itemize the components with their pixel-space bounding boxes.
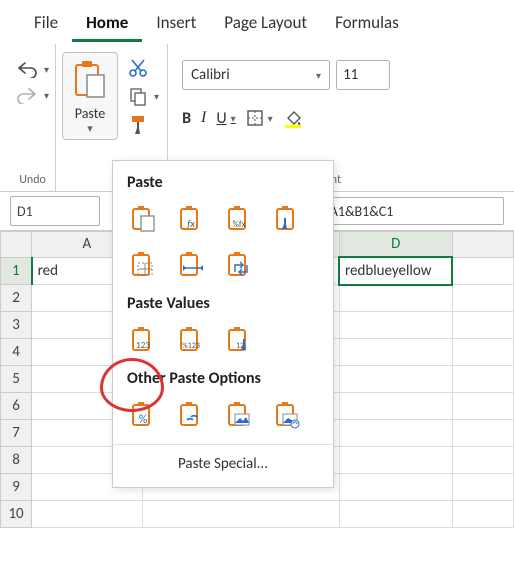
font-size-select[interactable]: 11 xyxy=(336,60,390,90)
ribbon-tabs: File Home Insert Page Layout Formulas xyxy=(0,0,514,42)
redo-button[interactable]: ▾ xyxy=(16,86,49,104)
name-box[interactable]: D1 xyxy=(10,196,100,226)
svg-text:%123: %123 xyxy=(182,341,200,351)
fill-color-button[interactable] xyxy=(283,108,303,128)
cell-a10[interactable] xyxy=(32,501,143,528)
svg-text:%: % xyxy=(139,413,148,427)
borders-button[interactable]: ▾ xyxy=(246,109,273,127)
row-header-4[interactable]: 4 xyxy=(1,339,32,366)
copy-button[interactable]: ▾ xyxy=(128,86,159,106)
paste-picture-icon[interactable] xyxy=(223,398,257,432)
paste-no-borders-icon[interactable] xyxy=(127,248,161,282)
paste-link-icon[interactable] xyxy=(175,398,209,432)
name-box-value: D1 xyxy=(17,203,33,220)
tab-formulas[interactable]: Formulas xyxy=(321,8,413,42)
row-header-6[interactable]: 6 xyxy=(1,393,32,420)
other-paste-section-title: Other Paste Options xyxy=(127,369,319,388)
cell-d2[interactable] xyxy=(339,285,452,312)
cell-d9[interactable] xyxy=(339,474,452,501)
paste-values-source-icon[interactable]: 12 xyxy=(223,323,257,357)
paste-linked-picture-icon[interactable] xyxy=(271,398,305,432)
paste-icon xyxy=(71,59,109,103)
chevron-down-icon: ▾ xyxy=(44,63,49,76)
tab-file[interactable]: File xyxy=(20,8,72,42)
paste-all-icon[interactable] xyxy=(127,202,161,236)
bold-button[interactable]: B xyxy=(182,109,191,128)
tab-page-layout[interactable]: Page Layout xyxy=(210,8,321,42)
font-name-value: Calibri xyxy=(191,66,230,84)
row-header-3[interactable]: 3 xyxy=(1,312,32,339)
group-label-undo: Undo xyxy=(19,169,46,187)
chevron-down-icon: ▾ xyxy=(44,89,49,102)
underline-label: U xyxy=(216,109,226,128)
cut-button[interactable] xyxy=(128,58,159,78)
tab-home[interactable]: Home xyxy=(72,8,142,42)
row-header-10[interactable]: 10 xyxy=(1,501,32,528)
paste-dropdown-menu: Paste fx %fx Paste Values 123 %123 12 Ot… xyxy=(112,160,334,488)
cell-d3[interactable] xyxy=(339,312,452,339)
row-header-8[interactable]: 8 xyxy=(1,447,32,474)
font-size-value: 11 xyxy=(343,66,358,84)
row-header-2[interactable]: 2 xyxy=(1,285,32,312)
paste-section-title: Paste xyxy=(127,173,319,192)
paste-formulas-icon[interactable]: fx xyxy=(175,202,209,236)
bucket-icon xyxy=(283,108,303,128)
cell-e1[interactable] xyxy=(452,257,514,285)
paste-source-formatting-icon[interactable] xyxy=(271,202,305,236)
paste-label: Paste xyxy=(75,103,105,122)
cell-d1[interactable]: redblueyellow xyxy=(339,257,452,285)
paste-button[interactable]: Paste ▾ xyxy=(62,52,118,140)
chevron-down-icon: ▾ xyxy=(87,122,93,135)
row-header-5[interactable]: 5 xyxy=(1,366,32,393)
scissors-icon xyxy=(128,58,148,78)
paste-formulas-number-icon[interactable]: %fx xyxy=(223,202,257,236)
underline-button[interactable]: U ▾ xyxy=(216,109,235,128)
format-painter-button[interactable] xyxy=(128,114,159,136)
row-header-9[interactable]: 9 xyxy=(1,474,32,501)
cell-d6[interactable] xyxy=(339,393,452,420)
cell-d4[interactable] xyxy=(339,339,452,366)
italic-button[interactable]: I xyxy=(201,109,206,127)
col-header-d[interactable]: D xyxy=(339,232,452,258)
paste-transpose-icon[interactable] xyxy=(223,248,257,282)
font-name-select[interactable]: Calibri ▾ xyxy=(182,60,330,90)
tab-insert[interactable]: Insert xyxy=(142,8,210,42)
chevron-down-icon: ▾ xyxy=(154,90,159,103)
paste-values-number-icon[interactable]: %123 xyxy=(175,323,209,357)
undo-button[interactable]: ▾ xyxy=(16,60,49,78)
formula-input[interactable]: =A1&B1&C1 xyxy=(312,197,504,225)
svg-text:fx: fx xyxy=(187,217,195,230)
svg-text:%fx: %fx xyxy=(232,219,245,230)
paste-special-menu-item[interactable]: Paste Special... xyxy=(113,444,333,481)
paste-formatting-icon[interactable]: % xyxy=(127,398,161,432)
cell-d5[interactable] xyxy=(339,366,452,393)
select-all-corner[interactable] xyxy=(1,232,32,258)
svg-text:123: 123 xyxy=(136,340,150,351)
brush-icon xyxy=(128,114,148,136)
paste-values-icon[interactable]: 123 xyxy=(127,323,161,357)
cell-d8[interactable] xyxy=(339,447,452,474)
chevron-down-icon: ▾ xyxy=(231,112,236,125)
row-header-7[interactable]: 7 xyxy=(1,420,32,447)
group-undo: ▾ ▾ Undo xyxy=(10,44,56,191)
paste-column-widths-icon[interactable] xyxy=(175,248,209,282)
paste-values-section-title: Paste Values xyxy=(127,294,319,313)
copy-icon xyxy=(128,86,148,106)
chevron-down-icon: ▾ xyxy=(268,112,273,125)
cell-d10[interactable] xyxy=(339,501,452,528)
col-header-blank xyxy=(452,232,514,258)
cell-d7[interactable] xyxy=(339,420,452,447)
chevron-down-icon: ▾ xyxy=(316,69,321,82)
borders-icon xyxy=(246,109,264,127)
row-header-1[interactable]: 1 xyxy=(1,257,32,285)
